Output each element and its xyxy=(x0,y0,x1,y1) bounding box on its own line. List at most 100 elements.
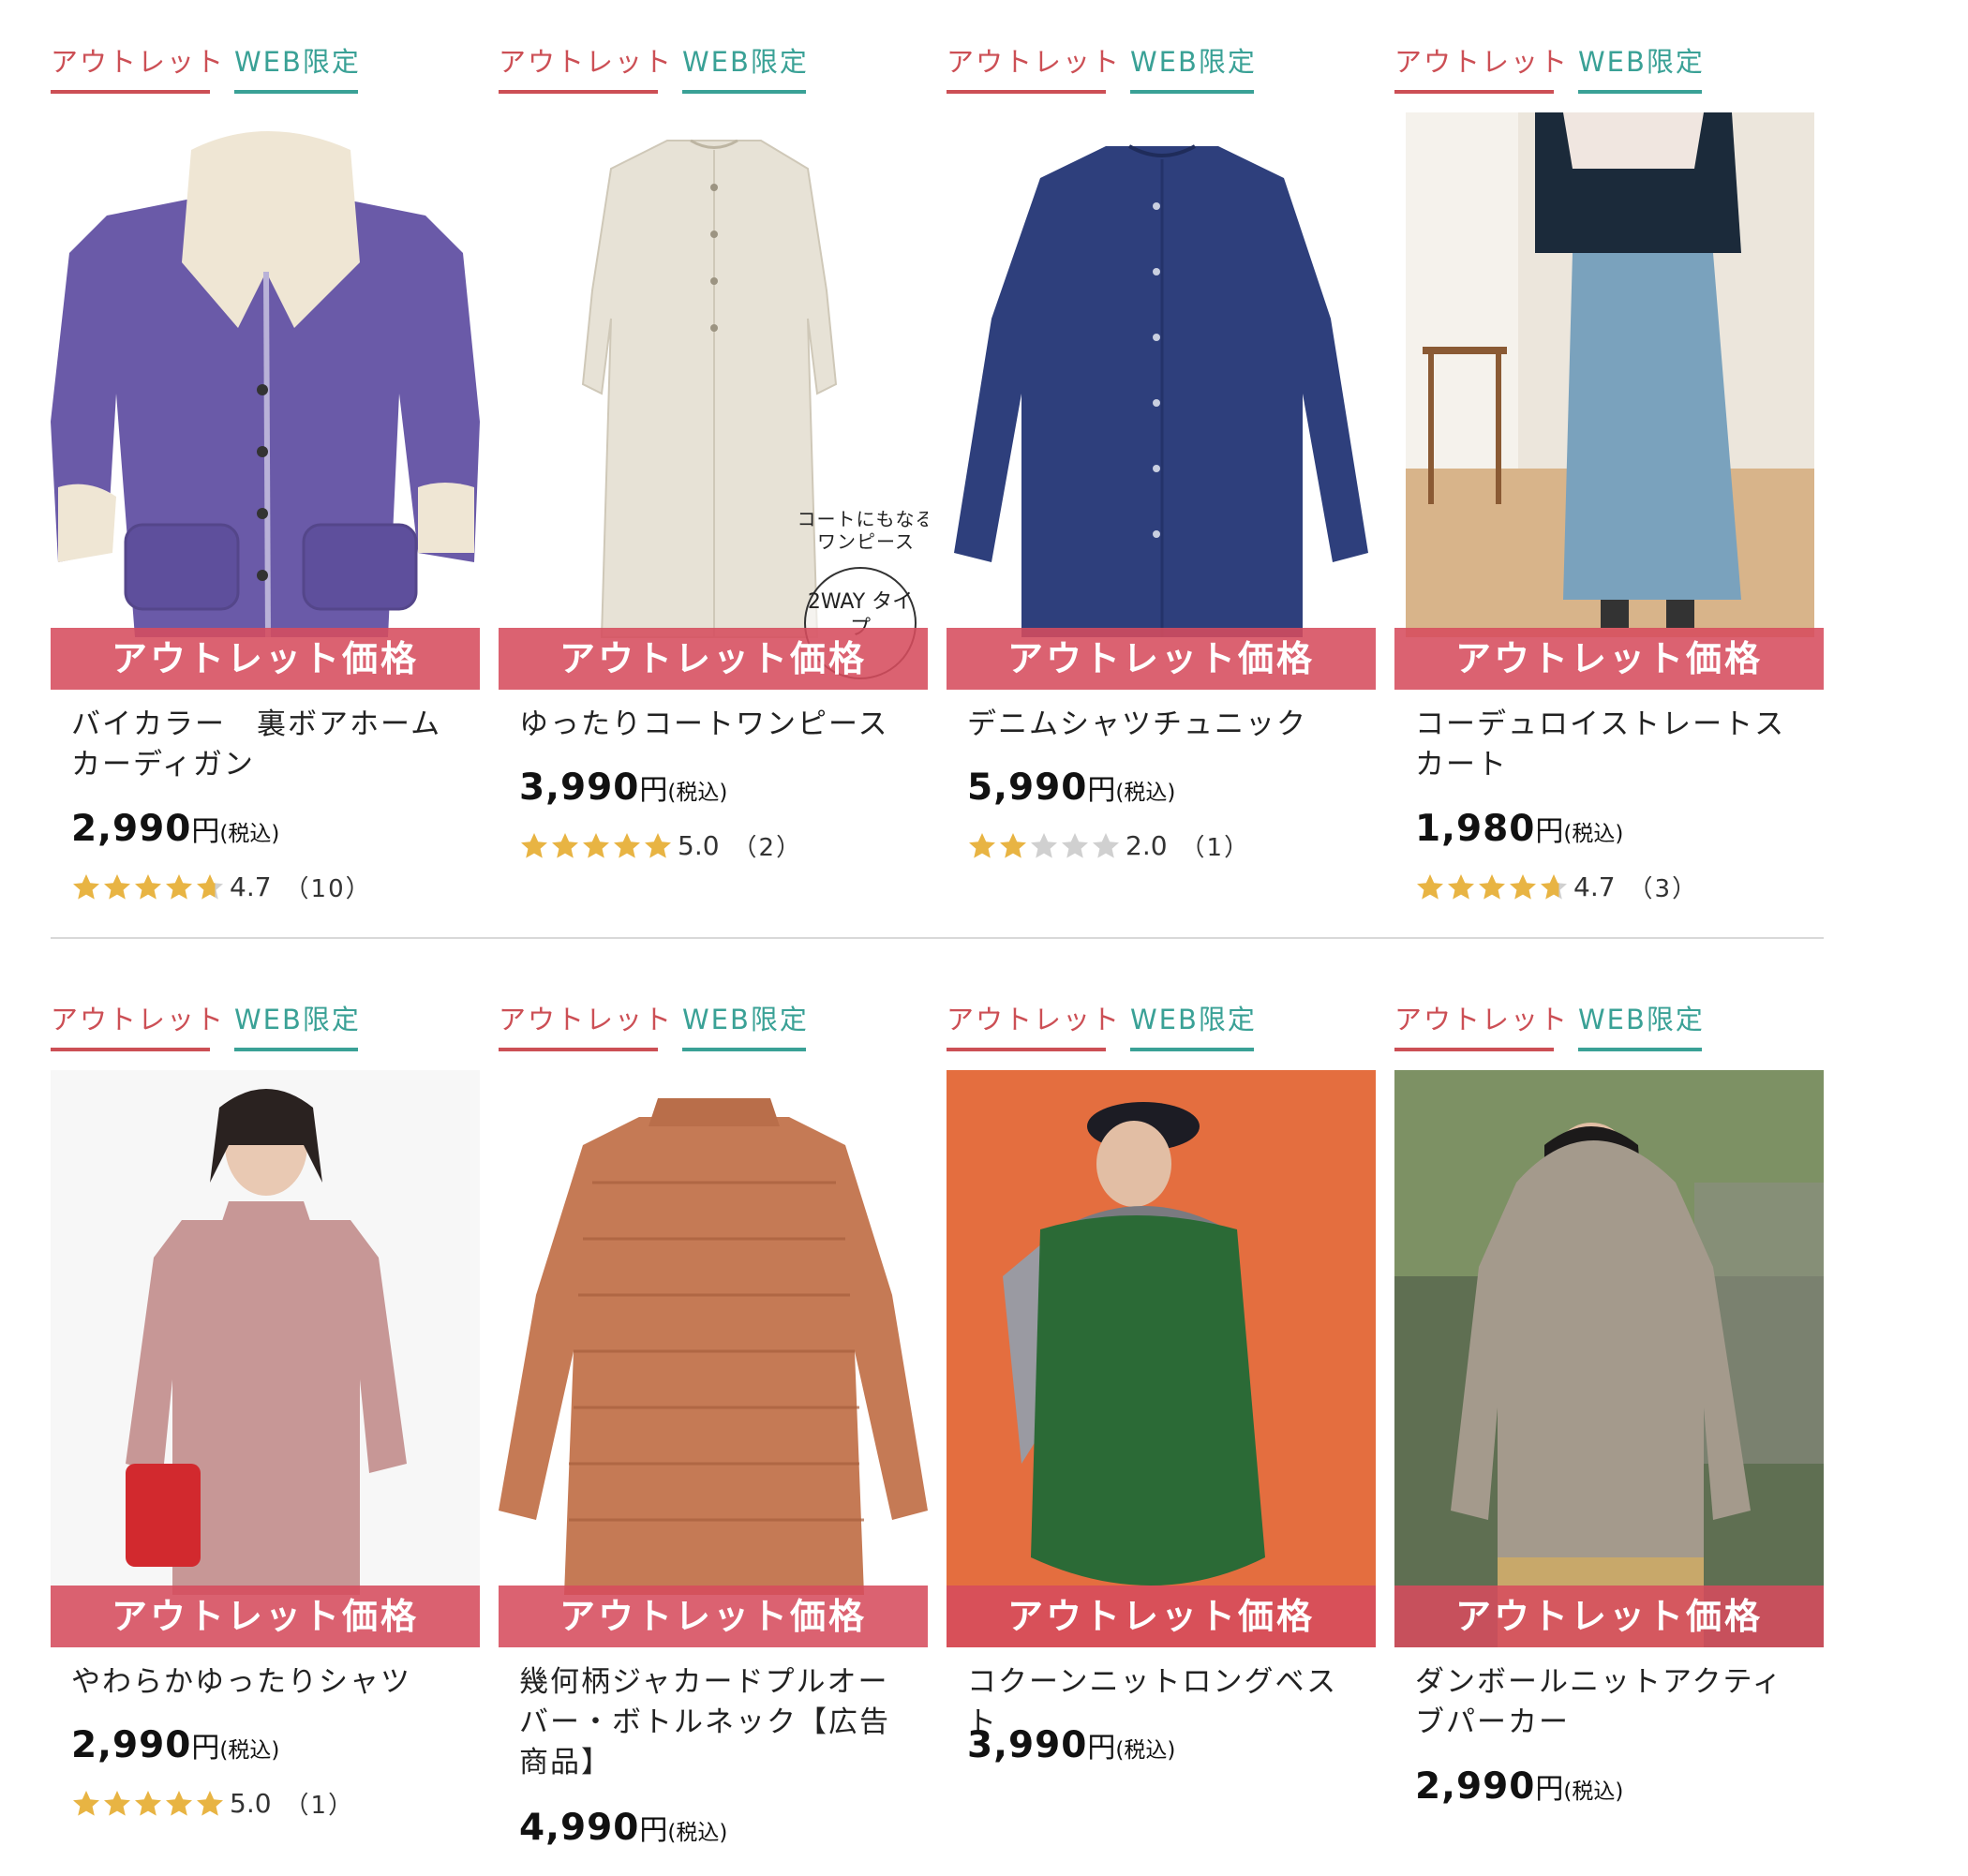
product-rating: 2.0 （1） xyxy=(967,828,1251,862)
product-price: 2,990円(税込) xyxy=(71,808,279,850)
product-price: 3,990円(税込) xyxy=(519,767,727,809)
star-icon xyxy=(197,873,223,900)
star-icon xyxy=(73,1790,99,1816)
product-card[interactable]: アウトレット WEB限定 アウトレット価格 デニムシャツチュニック 5,990円… xyxy=(947,0,1376,918)
product-rating: 5.0 （1） xyxy=(71,1786,355,1820)
product-card[interactable]: アウトレット WEB限定 アウトレット価格 幾何柄ジャカードプルオーバー・ボトル… xyxy=(499,958,928,1876)
web-limited-tag: WEB限定 xyxy=(234,999,359,1051)
currency-label: 円 xyxy=(1087,774,1116,807)
star-icon xyxy=(135,1790,161,1816)
product-title[interactable]: コーデュロイストレートスカート xyxy=(1415,705,1809,785)
product-image[interactable]: アウトレット価格 xyxy=(947,112,1376,690)
cocoon-vest-photo xyxy=(947,1070,1376,1647)
rating-value: 4.7 xyxy=(230,871,272,902)
outlet-tag: アウトレット xyxy=(51,41,223,94)
product-price: 1,980円(税込) xyxy=(1415,808,1623,850)
outlet-tag: アウトレット xyxy=(947,41,1119,94)
corduroy-skirt-photo xyxy=(1394,112,1824,690)
star-icon xyxy=(1000,832,1026,858)
star-icon xyxy=(197,1790,223,1816)
star-icon xyxy=(1448,873,1474,900)
star-icon xyxy=(552,832,578,858)
fleece-cardigan-illustration xyxy=(51,112,480,690)
star-icon xyxy=(969,832,995,858)
review-count[interactable]: （1） xyxy=(1181,834,1251,862)
rating-stars xyxy=(71,1789,226,1819)
product-image[interactable]: アウトレット価格 xyxy=(1394,1070,1824,1647)
outlet-tag: アウトレット xyxy=(499,999,671,1051)
price-value: 5,990 xyxy=(967,767,1088,809)
review-count[interactable]: （2） xyxy=(733,834,803,862)
product-rating: 4.7 （3） xyxy=(1415,870,1699,903)
outlet-price-banner: アウトレット価格 xyxy=(499,628,928,690)
star-icon xyxy=(1479,873,1505,900)
web-limited-tag: WEB限定 xyxy=(1130,41,1255,94)
product-image[interactable]: アウトレット価格 xyxy=(1394,112,1824,690)
price-value: 2,990 xyxy=(1415,1765,1536,1808)
web-limited-tag: WEB限定 xyxy=(682,41,807,94)
outlet-price-banner: アウトレット価格 xyxy=(947,628,1376,690)
product-card[interactable]: アウトレット WEB限定 アウトレット価格 バイカラー 裏ボアホームカーディガン… xyxy=(51,0,480,918)
outlet-tag: アウトレット xyxy=(499,41,671,94)
product-card[interactable]: アウトレット WEB限定 アウトレット価格 やわらかゆったりシャツ 2,990円… xyxy=(51,958,480,1876)
product-row-1: アウトレット WEB限定 アウトレット価格 バイカラー 裏ボアホームカーディガン… xyxy=(51,0,1831,918)
tax-label: (税込) xyxy=(667,781,728,805)
product-image[interactable]: アウトレット価格 xyxy=(51,112,480,690)
star-icon xyxy=(135,873,161,900)
price-value: 3,990 xyxy=(519,767,640,809)
product-title[interactable]: やわらかゆったりシャツ xyxy=(71,1662,465,1703)
star-icon xyxy=(521,832,547,858)
outlet-price-banner: アウトレット価格 xyxy=(51,1586,480,1647)
product-image[interactable]: アウトレット価格 xyxy=(947,1070,1376,1647)
price-value: 1,980 xyxy=(1415,808,1536,850)
star-icon xyxy=(73,873,99,900)
price-value: 2,990 xyxy=(71,808,192,850)
rating-stars xyxy=(71,872,226,902)
rating-value: 2.0 xyxy=(1126,830,1168,861)
product-title[interactable]: ダンボールニットアクティブパーカー xyxy=(1415,1662,1809,1743)
product-price: 2,990円(税込) xyxy=(71,1724,279,1766)
star-icon xyxy=(614,832,640,858)
currency-label: 円 xyxy=(639,774,668,807)
outlet-price-banner: アウトレット価格 xyxy=(1394,628,1824,690)
product-rating: 4.7 （10） xyxy=(71,870,372,903)
tax-label: (税込) xyxy=(1115,781,1176,805)
product-price: 5,990円(税込) xyxy=(967,767,1175,809)
product-card[interactable]: アウトレット WEB限定 アウトレット価格 コクーンニットロングベスト 3,99… xyxy=(947,958,1376,1876)
soft-shirt-photo xyxy=(51,1070,480,1647)
currency-label: 円 xyxy=(191,1732,220,1764)
product-image[interactable]: アウトレット価格 xyxy=(499,1070,928,1647)
product-card[interactable]: アウトレット WEB限定 アウトレット価格 コーデュロイストレートスカート 1,… xyxy=(1394,0,1824,918)
review-count[interactable]: （1） xyxy=(285,1792,355,1820)
product-title[interactable]: ゆったりコートワンピース xyxy=(519,705,913,745)
web-limited-tag: WEB限定 xyxy=(1130,999,1255,1051)
star-icon xyxy=(104,873,130,900)
product-title[interactable]: バイカラー 裏ボアホームカーディガン xyxy=(71,705,465,785)
outlet-price-banner: アウトレット価格 xyxy=(499,1586,928,1647)
jacquard-pullover-illustration xyxy=(499,1070,928,1647)
star-icon xyxy=(104,1790,130,1816)
product-image[interactable]: コートにもなる ワンピース 2WAY タイプ アウトレット価格 xyxy=(499,112,928,690)
web-limited-tag: WEB限定 xyxy=(682,999,807,1051)
outlet-price-banner: アウトレット価格 xyxy=(1394,1586,1824,1647)
product-card[interactable]: アウトレット WEB限定 コートにもなる ワンピース 2WAY タイプ アウトレ… xyxy=(499,0,928,918)
product-card[interactable]: アウトレット WEB限定 アウトレット価格 ダンボールニットアクティブパーカー … xyxy=(1394,958,1824,1876)
product-price: 3,990円(税込) xyxy=(967,1724,1175,1766)
star-icon xyxy=(1093,832,1119,858)
product-title[interactable]: デニムシャツチュニック xyxy=(967,705,1361,745)
tax-label: (税込) xyxy=(219,822,280,846)
review-count[interactable]: （3） xyxy=(1629,875,1699,903)
row-divider xyxy=(51,937,1824,939)
rating-stars xyxy=(519,831,674,861)
product-image[interactable]: アウトレット価格 xyxy=(51,1070,480,1647)
product-title[interactable]: 幾何柄ジャカードプルオーバー・ボトルネック【広告商品】 xyxy=(519,1662,913,1783)
product-rating: 5.0 （2） xyxy=(519,828,803,862)
star-icon xyxy=(1541,873,1567,900)
currency-label: 円 xyxy=(1535,815,1564,848)
outlet-price-banner: アウトレット価格 xyxy=(51,628,480,690)
review-count[interactable]: （10） xyxy=(285,875,372,903)
tax-label: (税込) xyxy=(219,1738,280,1763)
price-value: 4,990 xyxy=(519,1807,640,1849)
star-icon xyxy=(166,1790,192,1816)
outlet-price-banner: アウトレット価格 xyxy=(947,1586,1376,1647)
